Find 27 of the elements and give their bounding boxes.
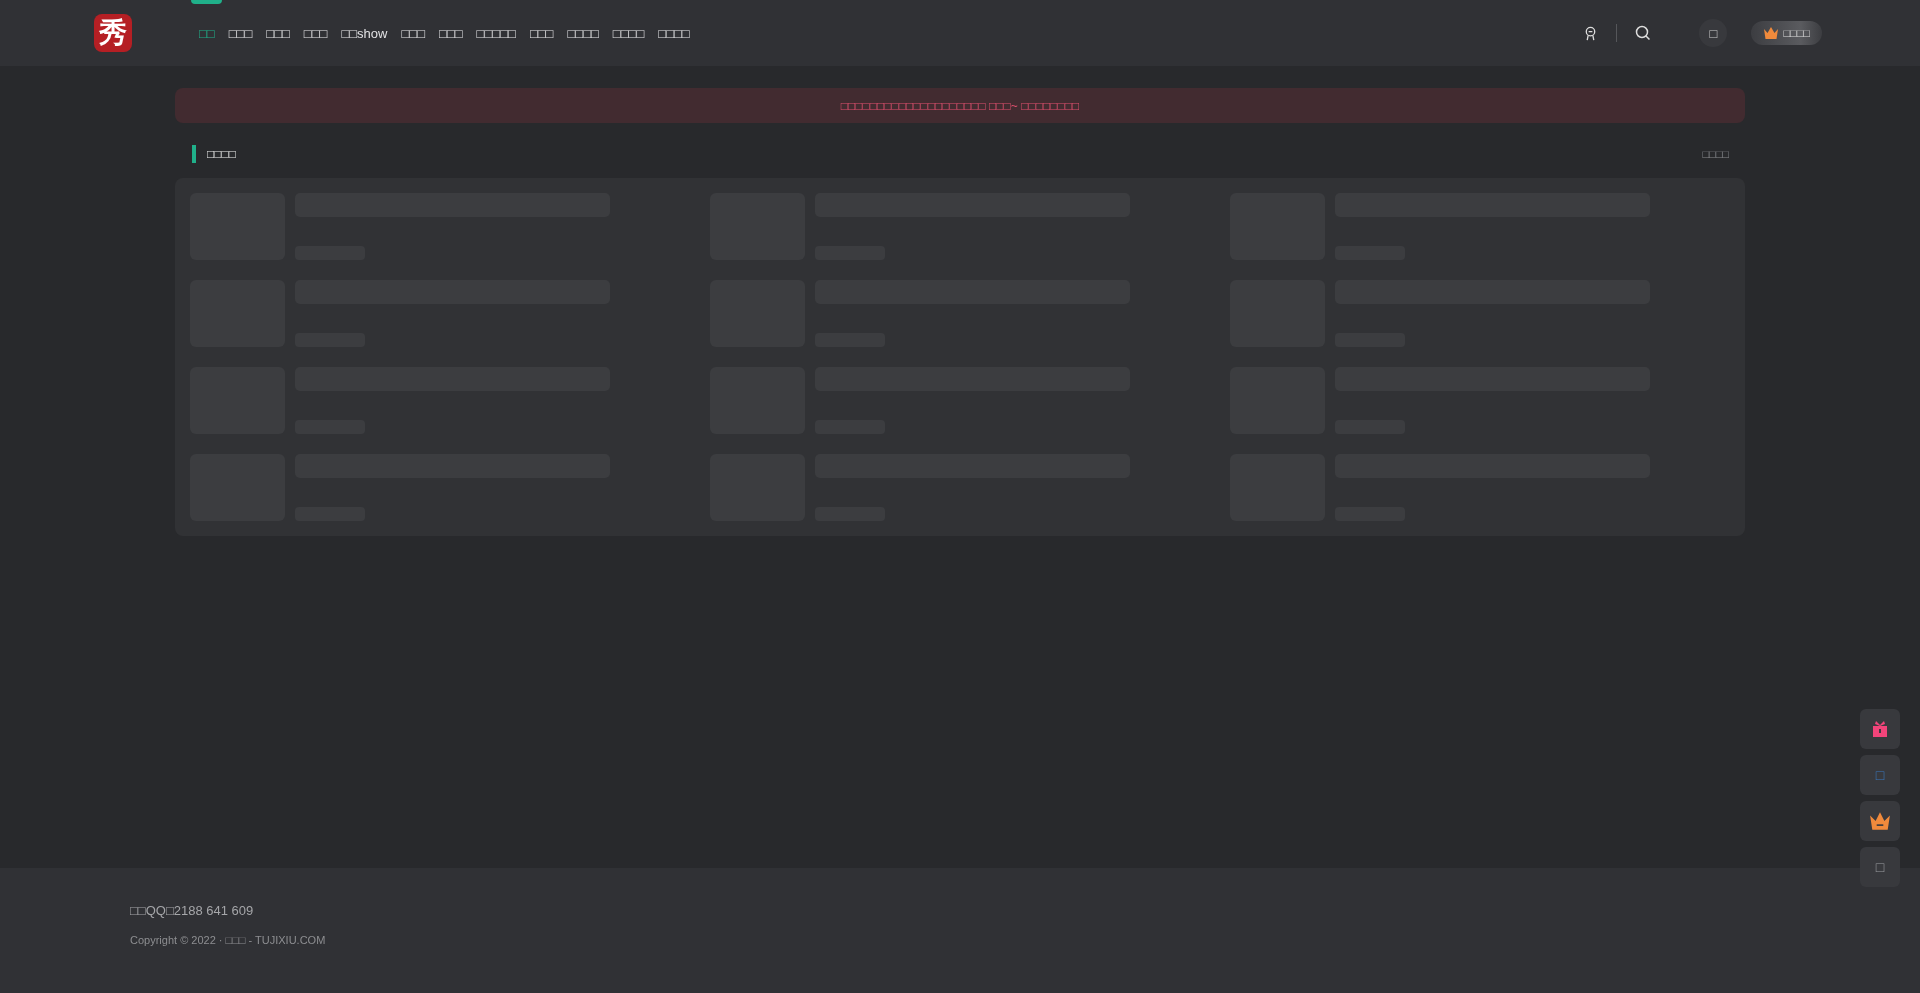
nav-link[interactable]: □□□ bbox=[432, 25, 470, 41]
section-title: □□□□ bbox=[192, 145, 236, 163]
nav-link[interactable]: □□□□ bbox=[560, 25, 606, 41]
nav-link[interactable]: □□□ bbox=[259, 25, 297, 41]
nav-link[interactable]: □□show bbox=[334, 25, 395, 41]
nav-link[interactable]: □□□ bbox=[522, 25, 561, 41]
crown-icon bbox=[1763, 26, 1780, 40]
nav-link[interactable]: □□□□ bbox=[605, 25, 652, 41]
gift-button[interactable] bbox=[1860, 709, 1900, 749]
crown-icon bbox=[1869, 811, 1891, 831]
copyright-text: Copyright © 2022 · □□□ - TUJIXIU.COM bbox=[130, 934, 327, 946]
nav-link[interactable]: □□□ bbox=[221, 25, 260, 41]
vip-button[interactable] bbox=[1860, 801, 1900, 841]
search-icon[interactable] bbox=[1635, 25, 1652, 41]
nav-link[interactable]: □□□□ bbox=[651, 25, 697, 41]
logo[interactable]: 秀 bbox=[94, 14, 132, 52]
more-link[interactable]: □□□□ bbox=[1702, 148, 1729, 160]
side-button[interactable]: □ bbox=[1860, 847, 1900, 887]
nav-link[interactable]: □□□□□ bbox=[469, 25, 523, 41]
gift-icon bbox=[1870, 719, 1890, 739]
nav-link[interactable]: □□ bbox=[192, 25, 222, 41]
round-button[interactable]: □ bbox=[1699, 19, 1728, 47]
contact-text: □□QQ□2188 641 609 bbox=[130, 903, 255, 918]
vip-button[interactable]: □□□□ bbox=[1751, 21, 1822, 45]
nav-link[interactable]: □□□ bbox=[394, 25, 433, 41]
nav-link[interactable]: □□□ bbox=[296, 25, 335, 41]
notice-banner: □□□□□□□□□□□□□□□□□□□□ □□□~ □□□□□□□□ bbox=[175, 88, 1745, 123]
